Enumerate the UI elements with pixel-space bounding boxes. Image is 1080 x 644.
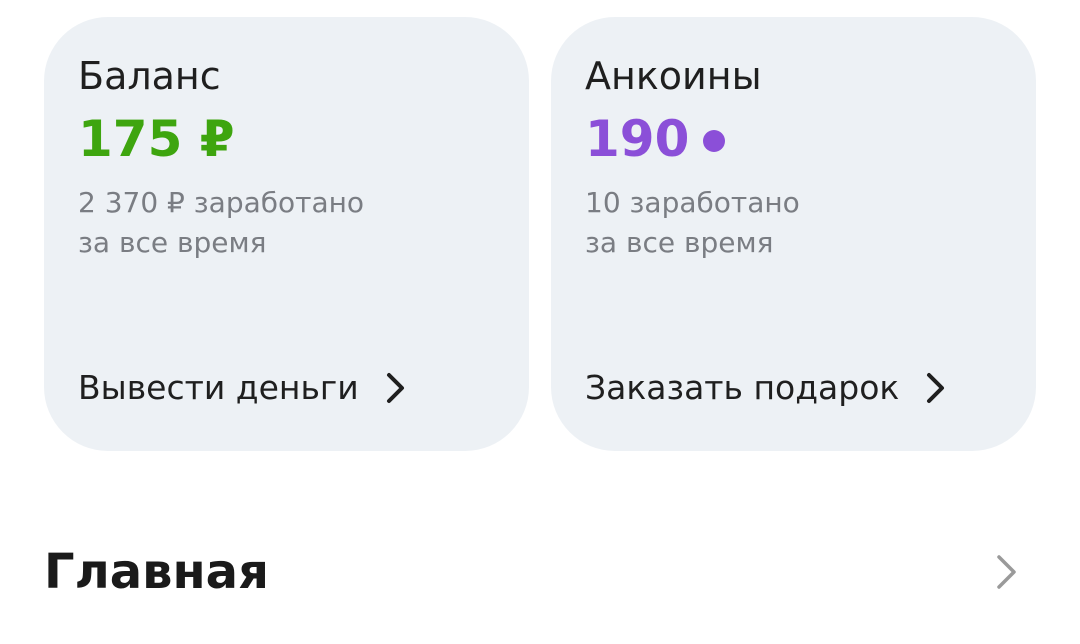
wallet-cards: Баланс 175 ₽ 2 370 ₽ заработано за все в… — [44, 17, 1036, 451]
balance-card[interactable]: Баланс 175 ₽ 2 370 ₽ заработано за все в… — [44, 17, 529, 451]
balance-amount: 175 ₽ — [78, 109, 235, 169]
balance-title: Баланс — [78, 54, 221, 98]
coins-amount: 190 — [585, 109, 726, 169]
order-gift-button[interactable]: Заказать подарок — [585, 365, 947, 411]
withdraw-money-button[interactable]: Вывести деньги — [78, 365, 407, 411]
balance-earned-text: 2 370 ₽ заработано за все время — [78, 183, 364, 263]
withdraw-money-label: Вывести деньги — [78, 368, 359, 407]
coins-earned-line-1: 10 заработано — [585, 186, 800, 219]
coins-earned-line-2: за все время — [585, 226, 774, 259]
balance-earned-line-2: за все время — [78, 226, 267, 259]
coins-amount-value: 190 — [585, 110, 690, 168]
section-title: Главная — [44, 544, 269, 600]
chevron-right-icon — [997, 555, 1016, 589]
coins-earned-text: 10 заработано за все время — [585, 183, 800, 263]
order-gift-label: Заказать подарок — [585, 368, 900, 407]
coin-dot-icon — [703, 130, 726, 152]
home-section-row[interactable]: Главная — [44, 530, 1036, 614]
chevron-right-icon — [386, 373, 404, 403]
coins-title: Анкоины — [585, 54, 762, 98]
balance-amount-value: 175 ₽ — [78, 110, 235, 168]
balance-earned-line-1: 2 370 ₽ заработано — [78, 186, 365, 219]
coins-card[interactable]: Анкоины 190 10 заработано за все время З… — [551, 17, 1036, 451]
chevron-right-icon — [927, 373, 945, 403]
